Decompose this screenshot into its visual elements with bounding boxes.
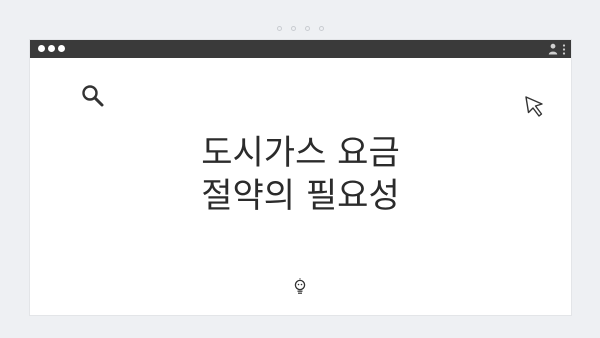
pager-dots	[0, 26, 600, 31]
title-line-1: 도시가스 요금	[201, 133, 400, 173]
window-control-dot[interactable]	[58, 45, 65, 52]
title-line-2: 절약의 필요성	[201, 176, 400, 216]
browser-window: 도시가스 요금 절약의 필요성	[30, 40, 571, 315]
page-title: 도시가스 요금 절약의 필요성	[30, 132, 571, 218]
pager-dot[interactable]	[276, 26, 282, 31]
window-control-dot[interactable]	[48, 45, 55, 52]
lightbulb-icon	[294, 278, 306, 294]
pager-dot[interactable]	[290, 26, 296, 31]
cursor-icon	[525, 96, 543, 117]
window-controls	[38, 45, 65, 52]
window-control-dot[interactable]	[38, 45, 45, 52]
window-titlebar	[30, 40, 571, 58]
search-icon	[82, 85, 104, 107]
user-icon[interactable]	[548, 43, 558, 55]
pager-dot[interactable]	[318, 26, 324, 31]
menu-dots-icon[interactable]	[562, 44, 566, 55]
pager-dot[interactable]	[304, 26, 310, 31]
